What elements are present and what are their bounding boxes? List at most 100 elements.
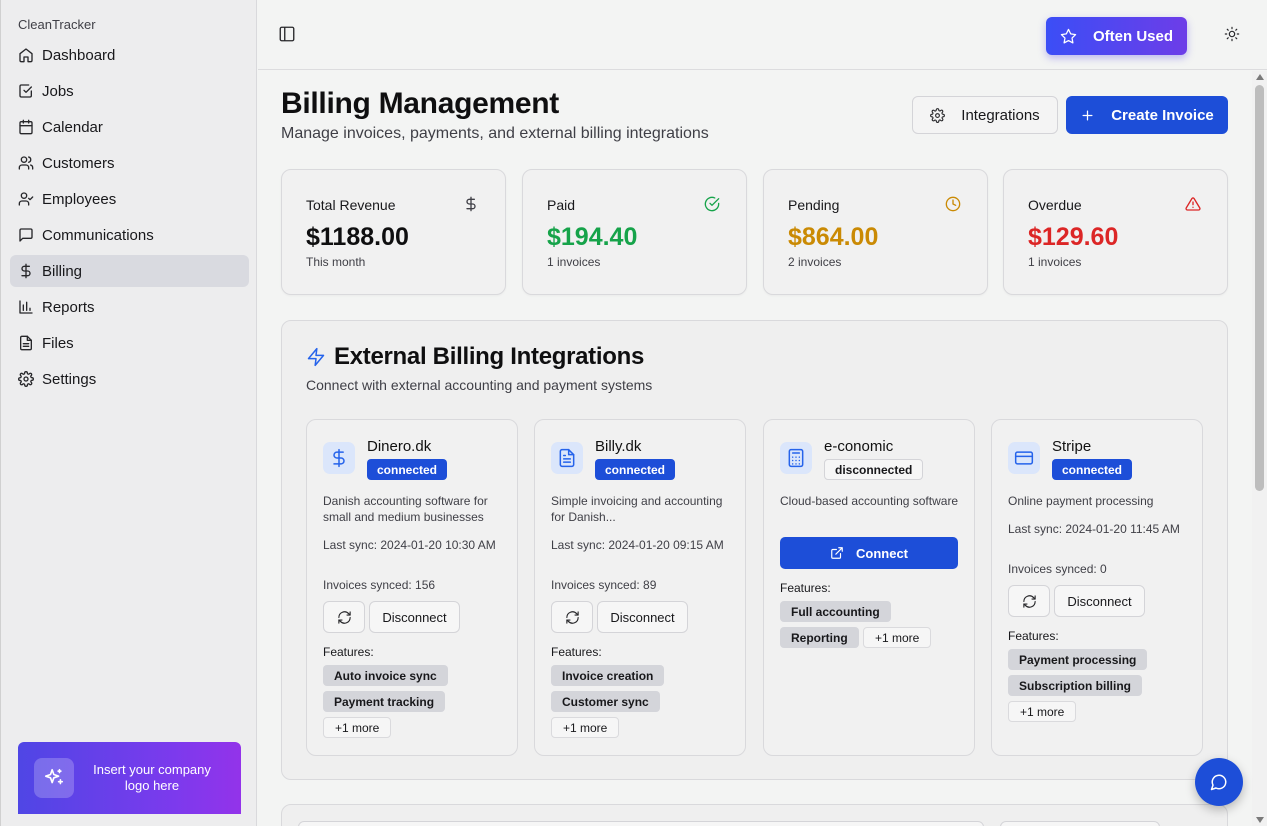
stat-label: Total Revenue bbox=[306, 197, 396, 213]
sidebar: CleanTracker Dashboard Jobs Calendar Cus… bbox=[0, 0, 257, 826]
company-logo-placeholder[interactable]: Insert your company logo here bbox=[18, 742, 241, 814]
stat-subtext: 1 invoices bbox=[547, 255, 601, 269]
users-icon bbox=[18, 156, 34, 170]
status-badge: connected bbox=[1052, 459, 1133, 480]
bar-chart-icon bbox=[19, 300, 33, 314]
feature-tag: Invoice creation bbox=[551, 665, 665, 686]
status-filter-select[interactable] bbox=[1000, 821, 1160, 826]
stat-subtext: 1 invoices bbox=[1028, 255, 1082, 269]
feature-tag: Subscription billing bbox=[1008, 675, 1142, 696]
features-label: Features: bbox=[551, 645, 602, 659]
page-subtitle: Manage invoices, payments, and external … bbox=[281, 125, 709, 142]
home-icon bbox=[19, 48, 33, 63]
dollar-icon bbox=[21, 263, 31, 279]
features-label: Features: bbox=[1008, 629, 1059, 643]
sidebar-item-jobs[interactable]: Jobs bbox=[10, 75, 249, 107]
stat-value: $129.60 bbox=[1028, 223, 1119, 251]
credit-card-icon bbox=[1008, 442, 1040, 474]
sync-button[interactable] bbox=[551, 601, 593, 633]
feature-more-tag: +1 more bbox=[323, 717, 392, 738]
refresh-icon bbox=[337, 610, 351, 624]
create-invoice-button[interactable]: Create Invoice bbox=[1066, 96, 1228, 134]
refresh-icon bbox=[1022, 594, 1036, 608]
panel-left-icon bbox=[279, 26, 295, 42]
integrations-button-label: Integrations bbox=[961, 106, 1040, 124]
check-circle-icon bbox=[704, 196, 720, 212]
sidebar-item-label: Dashboard bbox=[42, 46, 116, 64]
sidebar-item-label: Reports bbox=[42, 298, 95, 316]
message-icon bbox=[19, 228, 33, 242]
often-used-button[interactable]: Often Used bbox=[1046, 17, 1187, 55]
last-sync: Last sync: 2024-01-20 10:30 AM bbox=[323, 538, 496, 552]
last-sync: Last sync: 2024-01-20 09:15 AM bbox=[551, 538, 724, 552]
status-badge: connected bbox=[367, 459, 448, 480]
user-check-icon bbox=[18, 192, 34, 206]
stat-subtext: 2 invoices bbox=[788, 255, 842, 269]
scroll-down-arrow-icon[interactable] bbox=[1256, 817, 1264, 823]
stat-value: $194.40 bbox=[547, 223, 638, 251]
sidebar-item-dashboard[interactable]: Dashboard bbox=[10, 39, 249, 71]
chat-button[interactable] bbox=[1195, 758, 1243, 806]
feature-more-tag: +1 more bbox=[863, 627, 932, 648]
integration-description: Cloud-based accounting software bbox=[780, 494, 959, 508]
scroll-up-arrow-icon[interactable] bbox=[1256, 74, 1264, 80]
connect-button[interactable]: Connect bbox=[780, 537, 958, 569]
integration-description: Simple invoicing and accounting for Dani… bbox=[551, 494, 723, 524]
disconnect-button[interactable]: Disconnect bbox=[597, 601, 688, 633]
invoices-synced: Invoices synced: 89 bbox=[551, 578, 657, 592]
feature-tag: Customer sync bbox=[551, 691, 660, 712]
sync-button[interactable] bbox=[323, 601, 365, 633]
disconnect-button[interactable]: Disconnect bbox=[369, 601, 460, 633]
stat-label: Paid bbox=[547, 197, 576, 213]
page-title: Billing Management bbox=[281, 87, 559, 120]
clock-icon bbox=[945, 196, 961, 212]
sidebar-item-employees[interactable]: Employees bbox=[10, 183, 249, 215]
external-link-icon bbox=[831, 547, 843, 559]
gear-icon bbox=[930, 107, 946, 123]
calendar-icon bbox=[19, 119, 33, 135]
integration-name: Billy.dk bbox=[595, 438, 642, 455]
sidebar-item-settings[interactable]: Settings bbox=[10, 363, 249, 395]
topbar: Often Used bbox=[258, 0, 1267, 70]
invoice-filter-section bbox=[281, 804, 1228, 826]
search-input[interactable] bbox=[298, 821, 984, 826]
integration-description: Danish accounting software for small and… bbox=[323, 494, 488, 524]
sidebar-item-communications[interactable]: Communications bbox=[10, 219, 249, 251]
sidebar-item-calendar[interactable]: Calendar bbox=[10, 111, 249, 143]
refresh-icon bbox=[565, 610, 579, 624]
sidebar-item-label: Employees bbox=[42, 190, 117, 208]
integrations-subtitle: Connect with external accounting and pay… bbox=[306, 377, 653, 393]
sidebar-toggle-button[interactable] bbox=[278, 25, 296, 43]
connect-label: Connect bbox=[856, 545, 908, 561]
integrations-button[interactable]: Integrations bbox=[912, 96, 1058, 134]
zap-icon bbox=[306, 347, 326, 372]
scrollbar[interactable] bbox=[1252, 71, 1267, 826]
sidebar-item-billing[interactable]: Billing bbox=[10, 255, 249, 287]
sidebar-item-customers[interactable]: Customers bbox=[10, 147, 249, 179]
brand-name: CleanTracker bbox=[18, 17, 96, 32]
sidebar-item-files[interactable]: Files bbox=[10, 327, 249, 359]
integration-name: e-conomic bbox=[824, 438, 894, 455]
checkbox-icon bbox=[19, 84, 32, 98]
sidebar-item-reports[interactable]: Reports bbox=[10, 291, 249, 323]
sidebar-item-label: Customers bbox=[42, 154, 115, 172]
sync-button[interactable] bbox=[1008, 585, 1050, 617]
sun-icon bbox=[1224, 26, 1240, 42]
theme-toggle-button[interactable] bbox=[1224, 26, 1242, 44]
feature-more-tag: +1 more bbox=[551, 717, 620, 738]
stat-value: $1188.00 bbox=[306, 223, 409, 251]
often-used-label: Often Used bbox=[1092, 27, 1173, 45]
integration-description: Online payment processing bbox=[1008, 494, 1154, 508]
stat-label: Pending bbox=[788, 197, 840, 213]
scroll-thumb[interactable] bbox=[1255, 85, 1264, 491]
sparkles-icon bbox=[34, 758, 74, 798]
sidebar-nav: Dashboard Jobs Calendar Customers Employ… bbox=[10, 39, 249, 399]
gear-icon bbox=[18, 371, 34, 387]
integration-name: Dinero.dk bbox=[367, 438, 432, 455]
stat-card-paid: Paid $194.40 1 invoices bbox=[522, 169, 747, 295]
sidebar-item-label: Calendar bbox=[42, 118, 103, 136]
disconnect-button[interactable]: Disconnect bbox=[1054, 585, 1145, 617]
feature-tag: Auto invoice sync bbox=[323, 665, 448, 686]
main-content: Billing Management Manage invoices, paym… bbox=[258, 71, 1252, 826]
feature-tag: Payment tracking bbox=[323, 691, 446, 712]
